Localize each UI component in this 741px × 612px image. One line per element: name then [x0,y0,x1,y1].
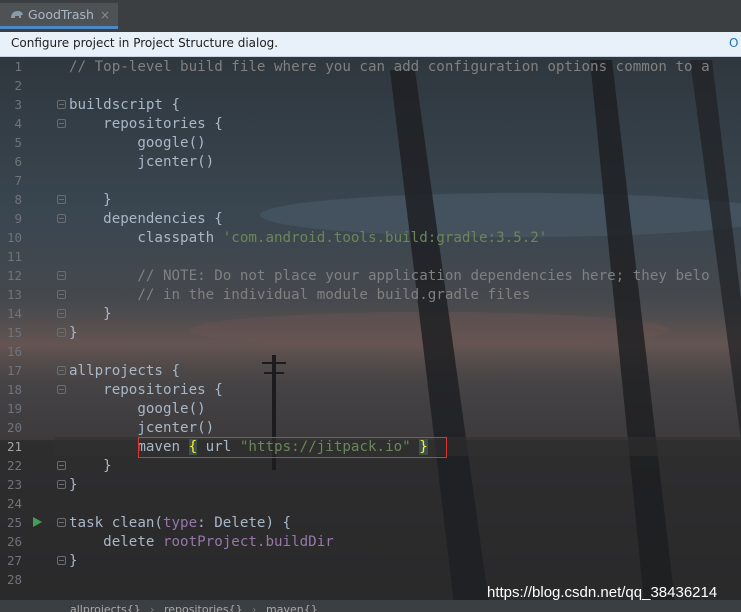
fold-toggle-icon[interactable] [57,385,66,394]
line-number: 11 [6,249,22,264]
code-line-10: classpath 'com.android.tools.build:gradl… [69,229,547,248]
breadcrumb-item[interactable]: repositories{} [164,603,243,612]
fold-toggle-icon[interactable] [57,328,66,337]
code-token: task clean( [69,515,163,531]
named-argument: type [162,515,198,531]
code-line-5: google() [69,135,206,151]
line-number: 2 [14,78,22,93]
line-number: 1 [14,59,22,74]
fold-toggle-icon[interactable] [57,480,66,489]
fold-toggle-icon[interactable] [57,518,66,527]
notification-action-link[interactable]: O [729,36,738,50]
line-number: 20 [6,420,22,435]
line-number: 9 [14,211,22,226]
tab-goodtrash[interactable]: GoodTrash × [0,3,119,29]
highlight-annotation-box [138,437,447,458]
line-number: 8 [14,192,22,207]
notification-message: Configure project in Project Structure d… [11,36,279,50]
line-number: 14 [6,306,22,321]
fold-toggle-icon[interactable] [57,195,66,204]
code-line-9: dependencies { [69,211,223,227]
breadcrumb-item[interactable]: maven{} [266,603,318,612]
line-number: 19 [6,401,22,416]
line-number: 5 [14,135,22,150]
code-line-15: } [69,325,78,341]
code-line-8: } [69,192,112,208]
fold-toggle-icon[interactable] [57,309,66,318]
line-number: 15 [6,325,22,340]
line-number: 7 [14,173,22,188]
line-number: 28 [6,572,22,587]
code-line-1: // Top-level build file where you can ad… [69,59,710,75]
code-editor[interactable]: // Top-level build file where you can ad… [0,57,741,600]
run-task-icon[interactable] [33,517,42,527]
line-number: 24 [6,496,22,511]
code-line-13: // in the individual module build.gradle… [69,287,531,303]
line-number: 25 [6,515,22,530]
fold-toggle-icon[interactable] [57,100,66,109]
line-number: 12 [6,268,22,283]
code-line-19: google() [69,401,206,417]
code-line-17: allprojects { [69,363,181,379]
code-line-3: buildscript { [69,97,181,113]
fold-toggle-icon[interactable] [57,214,66,223]
fold-toggle-icon[interactable] [57,119,66,128]
line-number: 6 [14,154,22,169]
breadcrumb-item[interactable]: allprojects{} [70,603,141,612]
code-token: : Delete) { [197,515,292,531]
line-number: 27 [6,553,22,568]
fold-toggle-icon[interactable] [57,366,66,375]
code-line-27: } [69,553,78,569]
property-reference: rootProject.buildDir [162,534,334,550]
line-number: 4 [14,116,22,131]
code-token: delete [69,534,163,550]
fold-toggle-icon[interactable] [57,556,66,565]
code-token: classpath [69,230,223,246]
code-line-25: task clean(type: Delete) { [69,514,291,533]
line-number-current: 21 [6,439,22,454]
code-line-4: repositories { [69,116,223,132]
breadcrumb-separator: › [252,603,257,612]
line-number: 18 [6,382,22,397]
notification-banner: Configure project in Project Structure d… [0,32,741,57]
line-number: 16 [6,344,22,359]
gradle-elephant-icon [11,10,23,18]
line-number: 3 [14,97,22,112]
line-number: 22 [6,458,22,473]
line-number: 10 [6,230,22,245]
fold-toggle-icon[interactable] [57,290,66,299]
breadcrumb-separator: › [150,603,155,612]
close-icon[interactable]: × [100,8,110,22]
code-line-22: } [69,458,112,474]
code-line-20: jcenter() [69,420,215,436]
breadcrumb: allprojects{} › repositories{} › maven{} [0,600,741,612]
editor-tab-bar: GoodTrash × [0,0,741,32]
code-line-14: } [69,306,112,322]
code-line-12: // NOTE: Do not place your application d… [69,268,710,284]
fold-toggle-icon[interactable] [57,461,66,470]
tab-title: GoodTrash [28,7,94,22]
line-number-gutter: 1 2 3 4 5 6 7 8 9 10 11 12 13 14 15 16 1… [0,57,66,600]
code-line-6: jcenter() [69,154,215,170]
line-number: 23 [6,477,22,492]
code-line-26: delete rootProject.buildDir [69,533,334,552]
code-line-18: repositories { [69,382,223,398]
line-number: 17 [6,363,22,378]
code-line-23: } [69,477,78,493]
line-number: 26 [6,534,22,549]
string-literal: 'com.android.tools.build:gradle:3.5.2' [222,230,548,246]
line-number: 13 [6,287,22,302]
watermark: https://blog.csdn.net/qq_38436214 [487,584,718,601]
fold-toggle-icon[interactable] [57,271,66,280]
